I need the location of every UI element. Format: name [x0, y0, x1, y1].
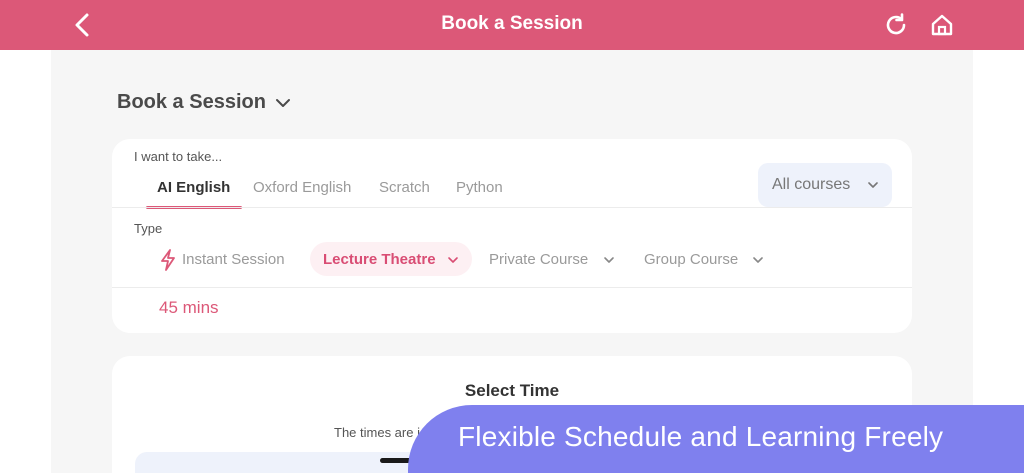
- tab-oxford-english[interactable]: Oxford English: [253, 179, 351, 196]
- all-courses-label: All courses: [772, 176, 851, 193]
- timezone-note: The times are i: [334, 425, 420, 440]
- type-group-course[interactable]: Group Course: [644, 251, 738, 268]
- all-courses-dropdown[interactable]: All courses: [758, 163, 892, 207]
- course-label: I want to take...: [134, 149, 223, 164]
- header-title: Book a Session: [441, 13, 583, 34]
- page-title[interactable]: Book a Session: [117, 91, 266, 114]
- divider: [112, 207, 912, 208]
- duration-option[interactable]: 45 mins: [159, 298, 219, 318]
- type-private-course[interactable]: Private Course: [489, 251, 588, 268]
- tab-python[interactable]: Python: [456, 179, 503, 196]
- lightning-icon: [161, 249, 175, 271]
- refresh-icon[interactable]: [883, 12, 909, 38]
- select-time-title: Select Time: [464, 381, 560, 400]
- promo-banner-text: Flexible Schedule and Learning Freely: [458, 421, 944, 452]
- top-bar: Book a Session: [0, 0, 1024, 50]
- type-label: Type: [134, 221, 163, 236]
- chevron-down-icon: [604, 257, 614, 263]
- chevron-down-icon: [753, 257, 763, 263]
- tab-ai-english[interactable]: AI English: [157, 179, 230, 196]
- type-instant-session[interactable]: Instant Session: [182, 251, 285, 268]
- tab-scratch[interactable]: Scratch: [379, 179, 430, 196]
- divider: [112, 287, 912, 288]
- chevron-down-icon[interactable]: [274, 96, 292, 110]
- home-icon[interactable]: [929, 12, 955, 38]
- chevron-down-icon: [868, 182, 878, 188]
- type-lecture-theatre[interactable]: Lecture Theatre: [323, 251, 436, 268]
- chevron-down-icon: [448, 257, 458, 263]
